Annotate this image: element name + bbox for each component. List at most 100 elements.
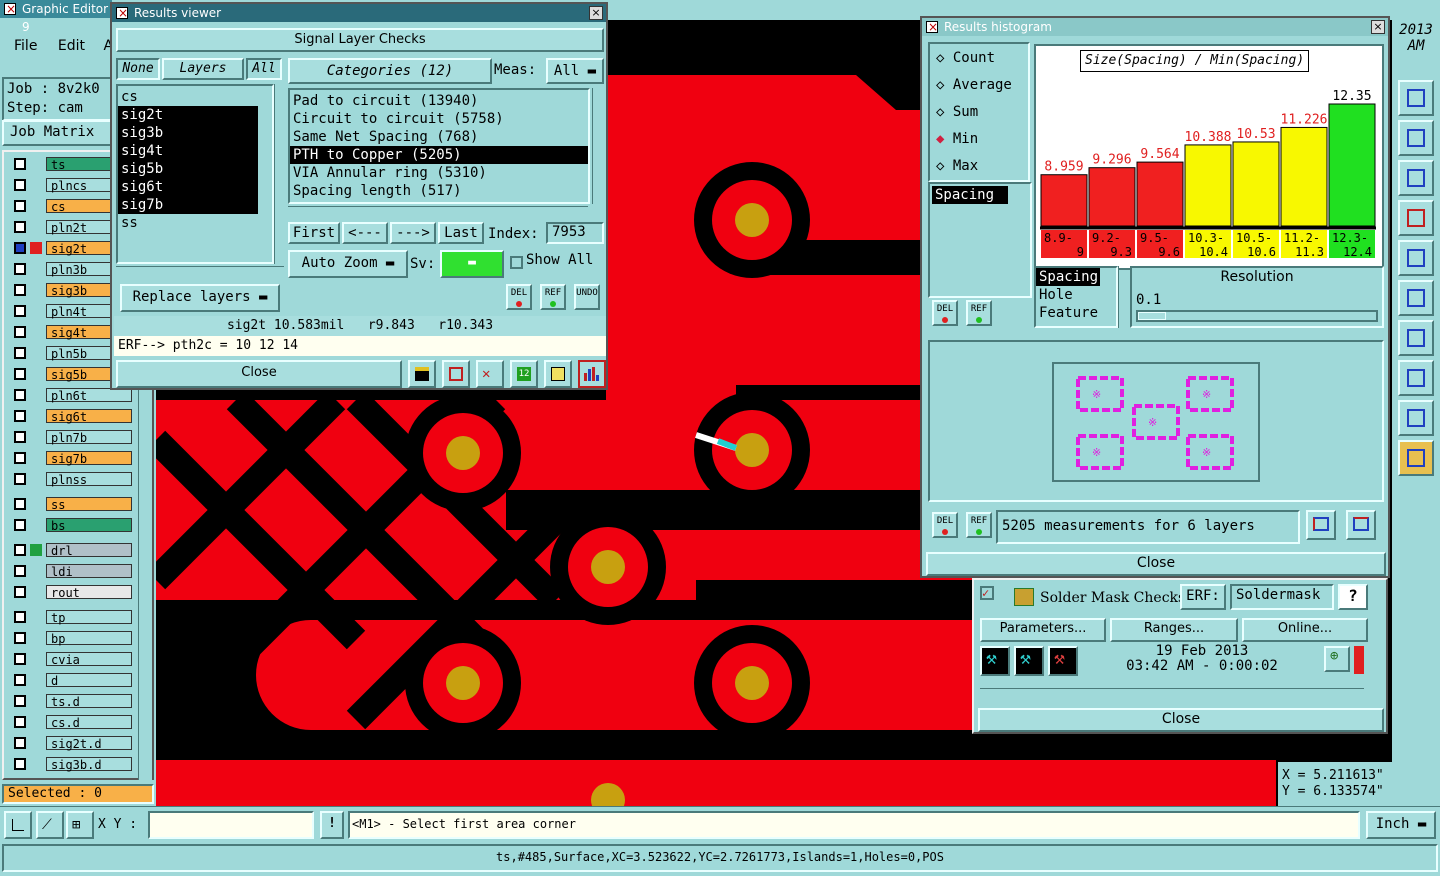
layer-checkbox[interactable] — [14, 347, 26, 359]
area-select-icon[interactable] — [4, 811, 32, 839]
layer-checkbox[interactable] — [14, 779, 26, 780]
online-button[interactable]: Online... — [1242, 618, 1368, 642]
categories-button[interactable]: Categories (12) — [288, 58, 492, 84]
layer-checkbox[interactable] — [14, 221, 26, 233]
prev-button[interactable]: <--- — [342, 222, 388, 244]
resolution-slider[interactable] — [1136, 310, 1378, 322]
layer-checkbox[interactable] — [14, 263, 26, 275]
layer-row-bs[interactable]: bs — [10, 517, 132, 533]
layer-row-rout[interactable]: rout — [10, 584, 132, 600]
layer-checkbox[interactable] — [14, 326, 26, 338]
layer-checkbox[interactable] — [14, 716, 26, 728]
hist-ref-button[interactable]: REF — [966, 300, 992, 326]
auto-zoom-select[interactable]: Auto Zoom ▬ — [288, 250, 408, 278]
filter-off-icon[interactable]: ✕ — [476, 360, 504, 388]
hist-del-button[interactable]: DEL — [932, 300, 958, 326]
histogram-bar[interactable] — [1232, 141, 1280, 227]
filter-icon[interactable] — [1398, 200, 1434, 236]
layer-row-cvia[interactable]: cvia — [10, 651, 132, 667]
solder-close-button[interactable]: Close — [978, 708, 1384, 732]
layer-checkbox[interactable] — [14, 498, 26, 510]
help-icon[interactable] — [1398, 160, 1434, 196]
layer-checkbox[interactable] — [14, 431, 26, 443]
layer-row-ts-d[interactable]: ts.d — [10, 693, 132, 709]
layer-checkbox[interactable] — [14, 179, 26, 191]
layout-icon[interactable] — [1398, 80, 1434, 116]
menu-edit[interactable]: Edit — [58, 38, 85, 54]
histogram-close-button[interactable]: Close — [926, 552, 1386, 576]
layer-checkbox[interactable] — [14, 410, 26, 422]
select-icon[interactable] — [1398, 440, 1434, 476]
histogram-bar[interactable] — [1040, 174, 1088, 227]
run-icon[interactable]: ⚒ — [980, 646, 1010, 676]
del-button[interactable]: DEL — [506, 284, 532, 310]
category-item[interactable]: Same Net Spacing (768) — [290, 128, 588, 146]
solder-mask-checkbox[interactable]: ✓ — [980, 586, 994, 600]
layers-button[interactable]: Layers — [162, 58, 244, 80]
categories-hscroll[interactable] — [288, 206, 588, 218]
export-icon[interactable] — [442, 360, 470, 388]
ref-button[interactable]: REF — [540, 284, 566, 310]
feature-list-item[interactable]: Spacing — [1036, 268, 1100, 286]
layer-checkbox[interactable] — [14, 586, 26, 598]
menu-file[interactable]: File — [14, 38, 37, 54]
layer-checkbox[interactable] — [14, 368, 26, 380]
results-close-button[interactable]: Close — [116, 360, 402, 388]
radio-min[interactable]: ◆ Min — [936, 131, 978, 147]
layer-row-cs-d[interactable]: cs.d — [10, 714, 132, 730]
layer-checkbox[interactable] — [14, 242, 26, 254]
radio-average[interactable]: ◇ Average — [936, 77, 1012, 93]
zoom-chart-icon[interactable] — [1306, 510, 1336, 540]
layer-checkbox[interactable] — [14, 565, 26, 577]
layer-row-sig4t-d[interactable]: sig4t.d — [10, 777, 128, 780]
last-button[interactable]: Last — [438, 222, 484, 244]
histogram-bar[interactable] — [1328, 103, 1376, 227]
layer-row-pln7b[interactable]: pln7b — [10, 429, 132, 445]
snap-icon[interactable] — [1398, 120, 1434, 156]
layer-row-sig3b-d[interactable]: sig3b.d — [10, 756, 132, 772]
category-item[interactable]: VIA Annular ring (5310) — [290, 164, 588, 182]
feature-list-item[interactable]: Hole — [1036, 286, 1116, 304]
replace-layers-select[interactable]: Replace layers ▬ — [120, 284, 280, 312]
category-item[interactable]: Spacing length (517) — [290, 182, 588, 200]
resolution-slider-thumb[interactable] — [1138, 312, 1166, 320]
layer-row-d[interactable]: d — [10, 672, 132, 688]
layer-checkbox[interactable] — [14, 284, 26, 296]
index-field[interactable]: 7953 — [546, 222, 604, 244]
number-icon[interactable]: 12 — [510, 360, 538, 388]
layer-row-drl[interactable]: drl — [10, 542, 132, 558]
report-icon[interactable] — [544, 360, 572, 388]
category-item[interactable]: Circuit to circuit (5758) — [290, 110, 588, 128]
categories-scrollbar[interactable] — [592, 88, 604, 204]
layer-row-ldi[interactable]: ldi — [10, 563, 132, 579]
measure-icon[interactable]: ⟋ — [36, 811, 64, 839]
layer-list-scrollbar[interactable] — [274, 84, 286, 264]
none-button[interactable]: None — [116, 58, 160, 80]
close-window-icon[interactable]: × — [1371, 20, 1385, 34]
layer-row-sig2t-d[interactable]: sig2t.d — [10, 735, 132, 751]
layer-checkbox[interactable] — [14, 473, 26, 485]
layer-row-bp[interactable]: bp — [10, 630, 132, 646]
histogram-bar[interactable] — [1184, 144, 1232, 227]
spacing-list-item[interactable]: Spacing — [932, 186, 1008, 204]
category-item[interactable]: PTH to Copper (5205) — [290, 146, 588, 164]
layer-checkbox[interactable] — [14, 519, 26, 531]
erf-field[interactable]: Soldermask — [1230, 584, 1334, 610]
layer-checkbox[interactable] — [14, 158, 26, 170]
feature-scrollbar[interactable] — [1118, 266, 1130, 328]
results-layer-item[interactable]: sig5b — [118, 160, 258, 178]
layer-row-sig7b[interactable]: sig7b — [10, 450, 132, 466]
show-all-checkbox[interactable] — [510, 256, 523, 269]
category-item[interactable]: Pad to circuit (13940) — [290, 92, 588, 110]
results-layer-item[interactable]: sig7b — [118, 196, 258, 214]
layer-checkbox[interactable] — [14, 653, 26, 665]
results-layer-item[interactable]: sig2t — [118, 106, 258, 124]
layer-checkbox[interactable] — [14, 305, 26, 317]
results-layer-item[interactable]: sig3b — [118, 124, 258, 142]
layer-checkbox[interactable] — [14, 737, 26, 749]
layer-checkbox[interactable] — [14, 674, 26, 686]
route-icon[interactable] — [1398, 400, 1434, 436]
close-window-icon[interactable]: × — [589, 6, 603, 20]
results-layer-item[interactable]: sig4t — [118, 142, 258, 160]
preview-ref-button[interactable]: REF — [966, 512, 992, 538]
